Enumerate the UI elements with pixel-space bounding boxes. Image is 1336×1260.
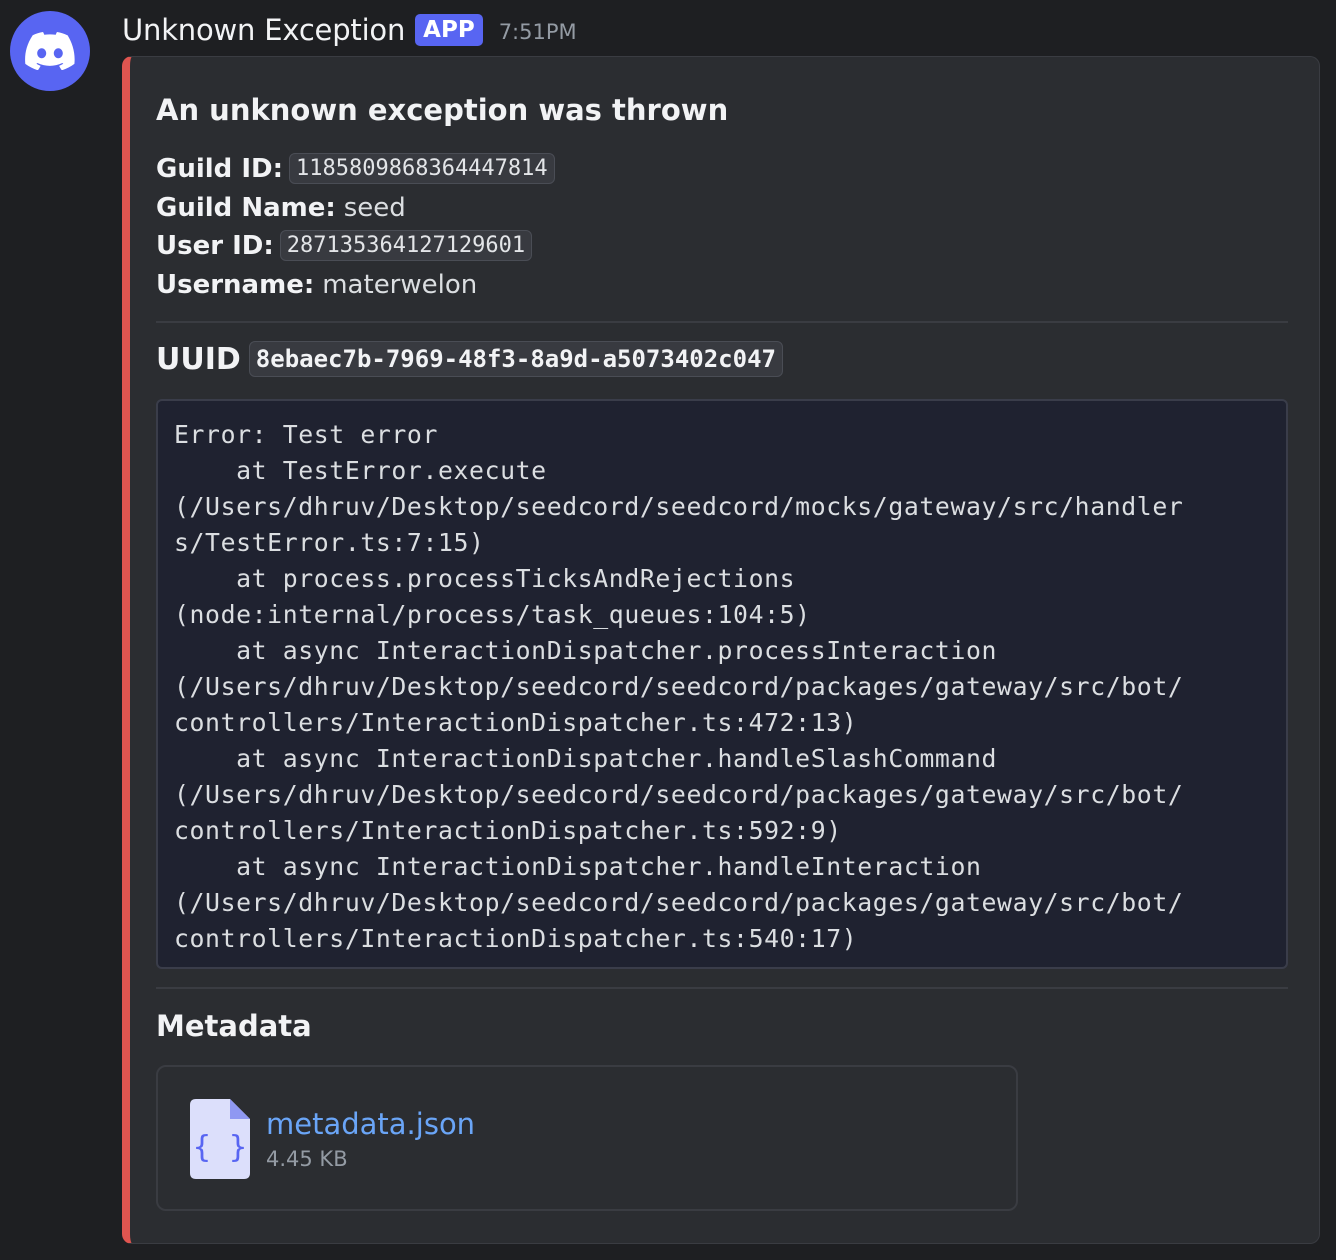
code-line: Error: Test error [174,420,438,449]
app-badge: APP [415,14,483,46]
field-label: Username: [156,270,315,300]
file-attachment: { } metadata.json 4.45 KB [156,1065,1018,1211]
code-line: at TestError.execute [174,456,547,485]
guild-name-value: seed [343,193,406,223]
code-line: controllers/InteractionDispatcher.ts:472… [174,708,858,737]
field-username: Username: materwelon [156,270,477,300]
message-header: Unknown Exception APP 7:51PM [122,10,577,50]
json-file-icon[interactable]: { } [190,1099,250,1179]
avatar[interactable] [10,11,90,91]
timestamp[interactable]: 7:51PM [499,20,577,44]
field-label: User ID: [156,230,274,261]
field-guild-id: Guild ID: 1185809868364447814 [156,153,555,184]
user-id-value: 287135364127129601 [279,230,533,261]
code-line: (/Users/dhruv/Desktop/seedcord/seedcord/… [174,672,1184,701]
code-line: at async InteractionDispatcher.handleInt… [174,852,982,881]
code-line: at process.processTicksAndRejections [174,564,796,593]
message: Unknown Exception APP 7:51PM An unknown … [0,0,1336,1260]
divider [156,321,1288,323]
code-line: (/Users/dhruv/Desktop/seedcord/seedcord/… [174,492,1184,521]
code-line: controllers/InteractionDispatcher.ts:592… [174,816,842,845]
attachment-filesize: 4.45 KB [266,1147,348,1171]
uuid-row: UUID 8ebaec7b-7969-48f3-8a9d-a5073402c04… [156,341,783,377]
code-line: s/TestError.ts:7:15) [174,528,485,557]
code-line: (node:internal/process/task_queues:104:5… [174,600,811,629]
code-line: at async InteractionDispatcher.handleSla… [174,744,998,773]
metadata-heading: Metadata [156,1009,312,1043]
author-name[interactable]: Unknown Exception [122,13,405,47]
embed-title: An unknown exception was thrown [156,93,729,127]
discord-logo-icon [25,32,75,70]
username-value: materwelon [322,270,478,300]
uuid-value: 8ebaec7b-7969-48f3-8a9d-a5073402c047 [248,341,783,377]
field-guild-name: Guild Name: seed [156,193,406,223]
guild-id-value: 1185809868364447814 [289,153,555,184]
field-user-id: User ID: 287135364127129601 [156,230,533,261]
divider [156,987,1288,989]
code-line: at async InteractionDispatcher.processIn… [174,636,998,665]
stack-trace-code-block[interactable]: Error: Test error at TestError.execute (… [156,399,1288,969]
code-line: (/Users/dhruv/Desktop/seedcord/seedcord/… [174,888,1184,917]
embed: An unknown exception was thrown Guild ID… [122,56,1320,1244]
field-label: Guild Name: [156,193,336,223]
uuid-label: UUID [156,341,241,377]
attachment-filename-link[interactable]: metadata.json [266,1107,475,1141]
json-braces-glyph: { } [193,1130,247,1165]
code-line: controllers/InteractionDispatcher.ts:540… [174,924,858,953]
code-line: (/Users/dhruv/Desktop/seedcord/seedcord/… [174,780,1184,809]
field-label: Guild ID: [156,153,283,184]
